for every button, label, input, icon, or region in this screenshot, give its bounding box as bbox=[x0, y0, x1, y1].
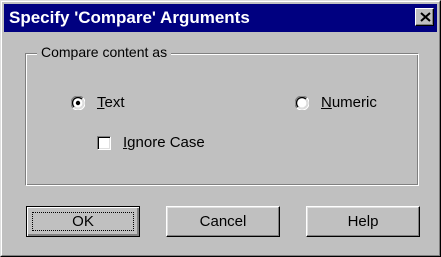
group-label: Compare content as bbox=[37, 43, 172, 61]
compare-arguments-dialog: Specify 'Compare' Arguments Compare cont… bbox=[0, 0, 441, 257]
ignore-case-checkbox[interactable] bbox=[97, 136, 111, 150]
ignore-case-label[interactable]: Ignore Case bbox=[123, 134, 205, 152]
title-bar[interactable]: Specify 'Compare' Arguments bbox=[4, 4, 437, 32]
close-icon bbox=[420, 12, 431, 22]
cancel-button-label: Cancel bbox=[199, 213, 247, 230]
compare-content-groupbox bbox=[25, 53, 419, 186]
option-numeric-label[interactable]: Numeric bbox=[321, 94, 377, 112]
ok-button[interactable]: OK bbox=[26, 206, 140, 237]
help-button-label: Help bbox=[347, 213, 379, 230]
cancel-button[interactable]: Cancel bbox=[166, 206, 280, 237]
help-button[interactable]: Help bbox=[306, 206, 420, 237]
close-button[interactable] bbox=[415, 8, 434, 26]
ok-button-label: OK bbox=[72, 213, 94, 230]
radio-dot-icon bbox=[75, 100, 81, 106]
radio-numeric[interactable] bbox=[295, 96, 309, 110]
radio-text[interactable] bbox=[71, 96, 85, 110]
dialog-title: Specify 'Compare' Arguments bbox=[9, 8, 250, 27]
option-text-label[interactable]: Text bbox=[97, 94, 125, 112]
